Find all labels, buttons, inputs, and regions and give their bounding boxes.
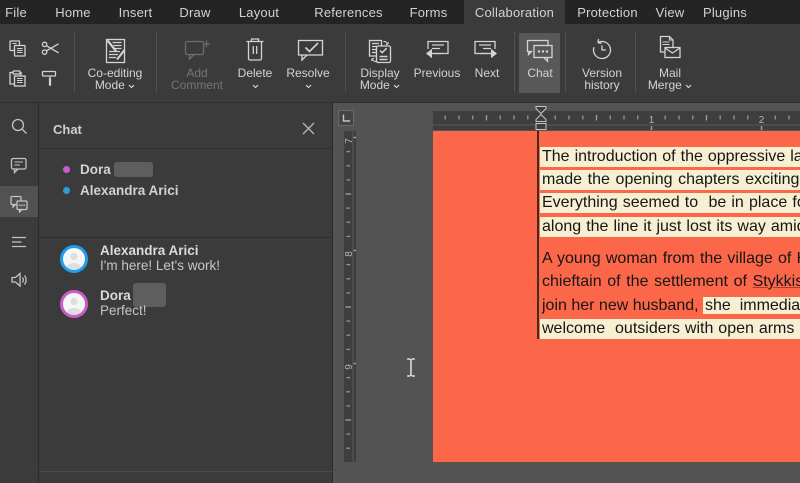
svg-text:1: 1 bbox=[649, 115, 655, 126]
svg-text:8: 8 bbox=[344, 251, 355, 257]
svg-text:9: 9 bbox=[344, 364, 355, 370]
svg-text:7: 7 bbox=[344, 138, 355, 144]
svg-text:2: 2 bbox=[759, 115, 765, 126]
